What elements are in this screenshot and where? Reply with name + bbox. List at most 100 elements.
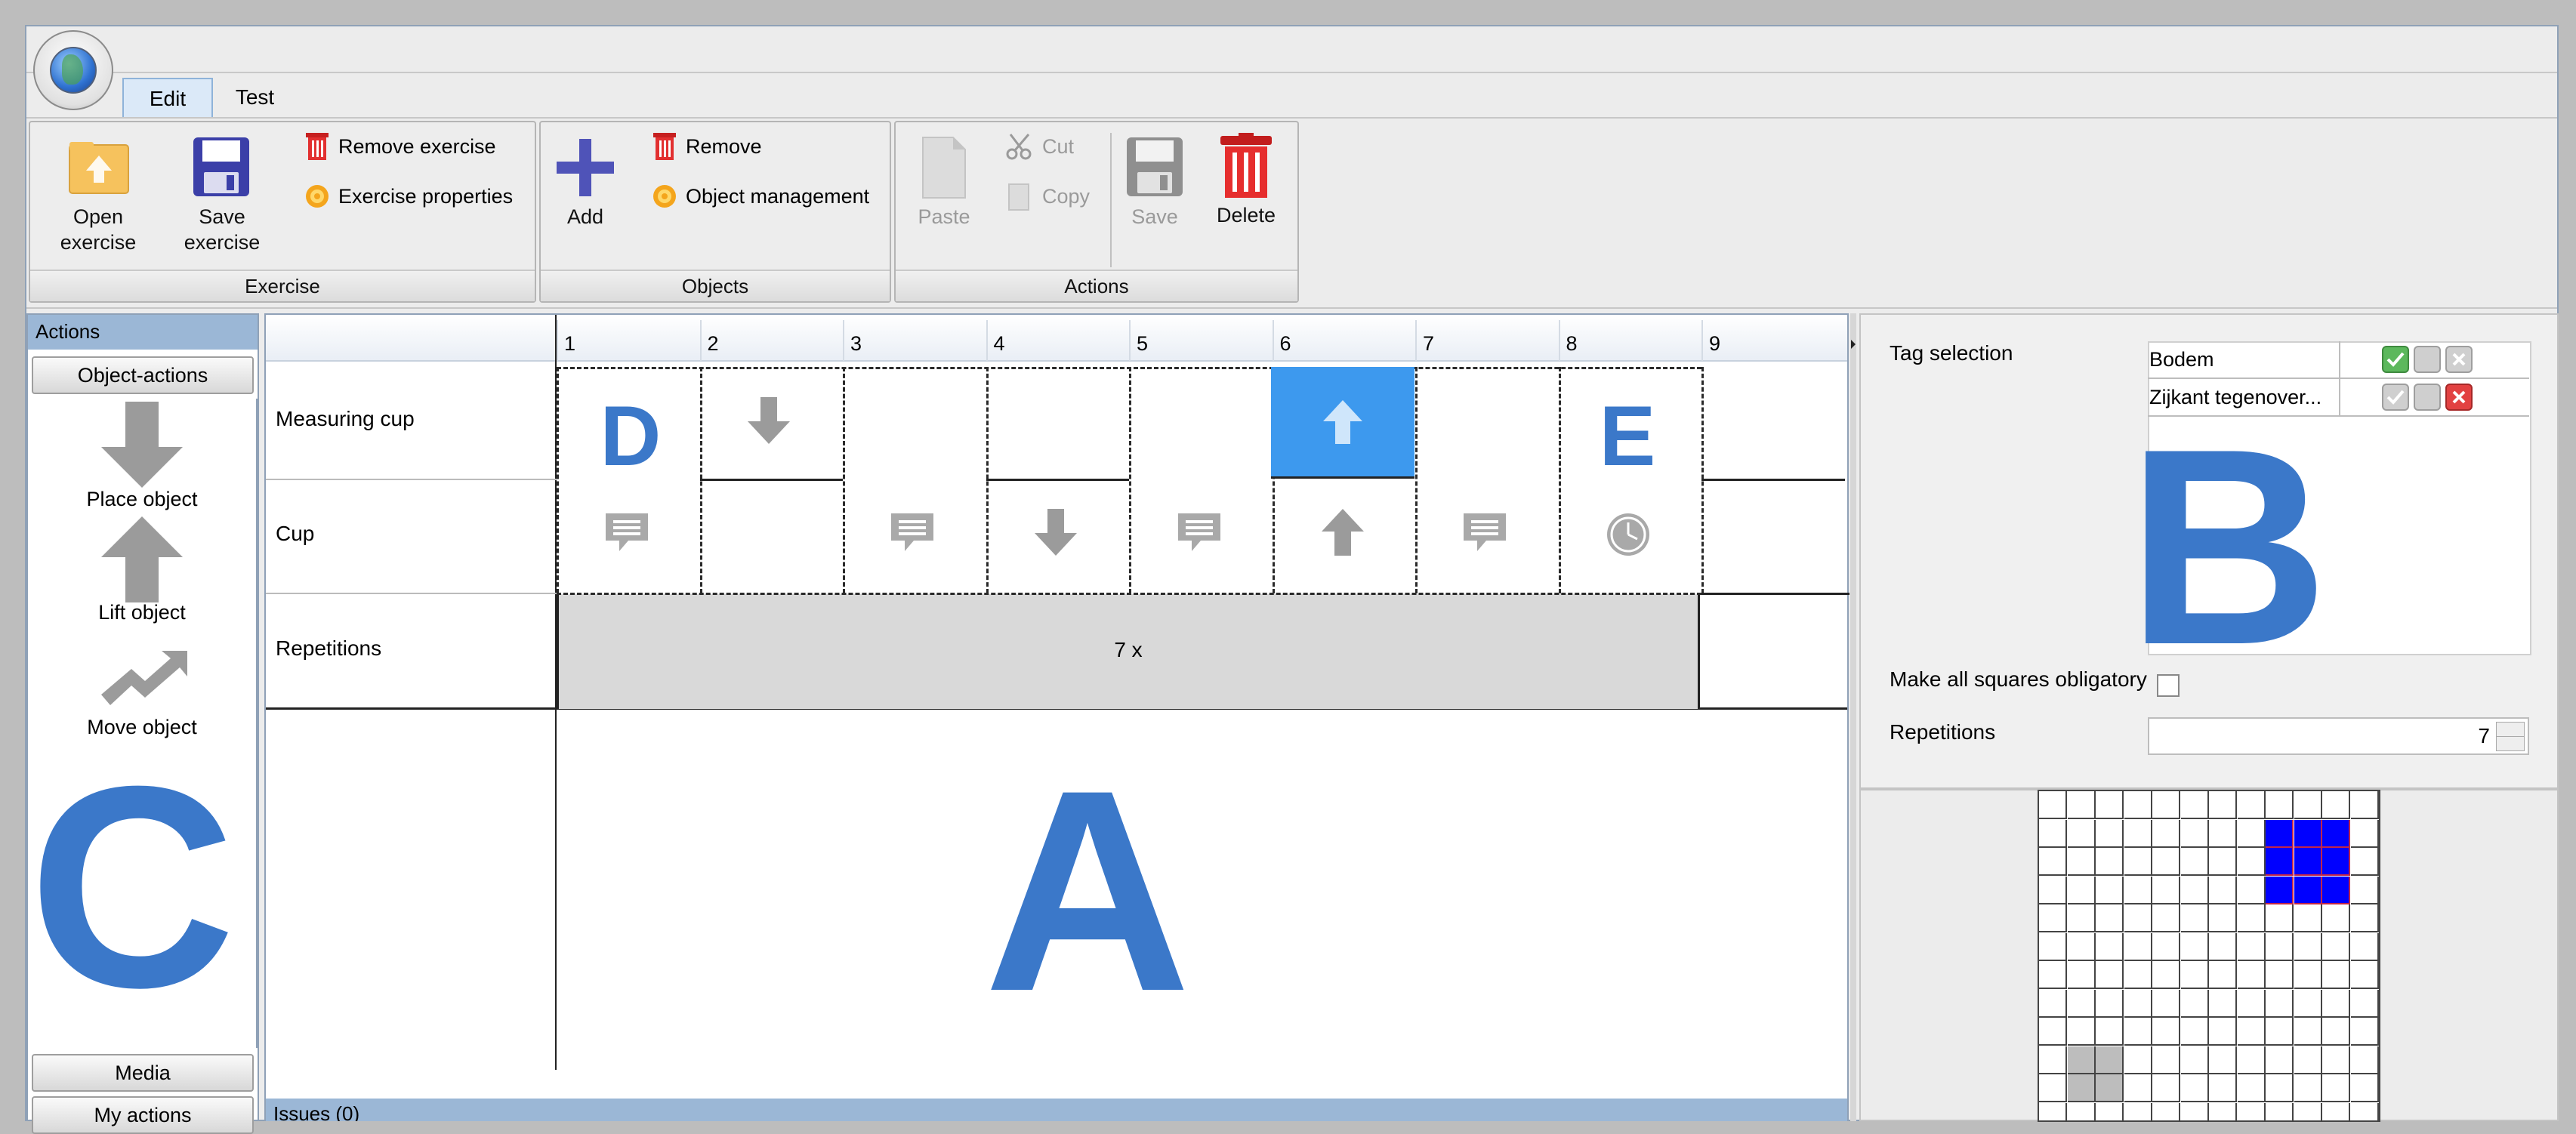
grid-square[interactable]: [2322, 876, 2350, 904]
optional-question-icon[interactable]: [2414, 384, 2441, 411]
grid-square[interactable]: [2067, 1046, 2096, 1074]
grid-square[interactable]: [2039, 904, 2067, 932]
optional-question-icon[interactable]: [2414, 346, 2441, 373]
cut-button[interactable]: Cut: [1004, 131, 1095, 162]
grid-square[interactable]: [2152, 989, 2180, 1018]
grid-square[interactable]: [2096, 876, 2124, 904]
object-management-button[interactable]: Object management: [651, 181, 885, 211]
tag-row[interactable]: Bodem: [2148, 341, 2529, 379]
grid-square[interactable]: [2237, 791, 2266, 819]
grid-square[interactable]: [2294, 989, 2322, 1018]
grid-square[interactable]: [2350, 904, 2379, 932]
grid-square[interactable]: [2039, 1074, 2067, 1102]
grid-square[interactable]: [2294, 1102, 2322, 1120]
grid-square[interactable]: [2266, 791, 2294, 819]
spinner-down-icon[interactable]: [2496, 736, 2525, 751]
grid-square[interactable]: [2294, 848, 2322, 876]
paste-button[interactable]: Paste: [906, 134, 982, 240]
grid-square[interactable]: [2096, 1074, 2124, 1102]
grid-square[interactable]: [2209, 876, 2237, 904]
grid-square[interactable]: [2350, 1018, 2379, 1046]
grid-square[interactable]: [2294, 819, 2322, 848]
object-actions-section-button[interactable]: Object-actions: [32, 356, 254, 394]
my-actions-section-button[interactable]: My actions: [32, 1096, 254, 1134]
grid-square[interactable]: [2209, 961, 2237, 989]
grid-square[interactable]: [2266, 904, 2294, 932]
grid-square[interactable]: [2124, 1018, 2152, 1046]
grid-square[interactable]: [2180, 932, 2209, 961]
grid-square[interactable]: [2124, 819, 2152, 848]
grid-square[interactable]: [2237, 819, 2266, 848]
copy-button[interactable]: Copy: [1004, 181, 1103, 211]
grid-square[interactable]: [2266, 848, 2294, 876]
grid-square[interactable]: [2067, 819, 2096, 848]
save-action-button[interactable]: Save: [1121, 134, 1189, 240]
grid-square[interactable]: [2238, 1102, 2266, 1120]
grid-square[interactable]: [2067, 932, 2096, 961]
tab-edit[interactable]: Edit: [122, 78, 213, 117]
excluded-x-icon[interactable]: [2445, 384, 2473, 411]
tab-test[interactable]: Test: [219, 78, 291, 117]
grid-square[interactable]: [2180, 904, 2209, 932]
grid-square[interactable]: [2124, 1074, 2152, 1102]
grid-square[interactable]: [2096, 1102, 2124, 1120]
grid-square[interactable]: [2294, 904, 2322, 932]
grid-square[interactable]: [2124, 1102, 2152, 1120]
grid-square[interactable]: [2124, 1046, 2152, 1074]
timeline-step-selected[interactable]: [1271, 367, 1414, 479]
remove-object-button[interactable]: Remove: [651, 131, 878, 162]
grid-square[interactable]: [2322, 961, 2350, 989]
grid-square[interactable]: [2322, 819, 2350, 848]
square-grid[interactable]: [2038, 790, 2380, 1122]
place-object-action[interactable]: Place object: [66, 400, 217, 513]
grid-square[interactable]: [2237, 932, 2266, 961]
grid-square[interactable]: [2039, 989, 2067, 1018]
grid-square[interactable]: [2124, 791, 2152, 819]
grid-square[interactable]: [2209, 904, 2237, 932]
repetitions-block[interactable]: 7 x: [557, 594, 1700, 709]
grid-square[interactable]: [2350, 876, 2379, 904]
grid-square[interactable]: [2266, 961, 2294, 989]
grid-square[interactable]: [2180, 819, 2209, 848]
delete-button[interactable]: Delete: [1208, 133, 1284, 239]
obligatory-check-icon[interactable]: [2382, 384, 2409, 411]
grid-square[interactable]: [2152, 932, 2180, 961]
grid-square[interactable]: [2039, 1018, 2067, 1046]
grid-square[interactable]: [2322, 1102, 2350, 1120]
grid-square[interactable]: [2209, 791, 2237, 819]
grid-square[interactable]: [2294, 876, 2322, 904]
grid-square[interactable]: [2237, 904, 2266, 932]
grid-square[interactable]: [2322, 932, 2350, 961]
grid-square[interactable]: [2152, 876, 2180, 904]
grid-square[interactable]: [2124, 848, 2152, 876]
grid-square[interactable]: [2237, 1018, 2266, 1046]
grid-square[interactable]: [2209, 1074, 2237, 1102]
grid-square[interactable]: [2124, 989, 2152, 1018]
grid-square[interactable]: [2039, 932, 2067, 961]
grid-square[interactable]: [2209, 932, 2237, 961]
grid-square[interactable]: [2096, 819, 2124, 848]
grid-square[interactable]: [2124, 904, 2152, 932]
grid-square[interactable]: [2237, 848, 2266, 876]
grid-square[interactable]: [2180, 1074, 2209, 1102]
grid-square[interactable]: [2322, 1046, 2350, 1074]
grid-square[interactable]: [2294, 932, 2322, 961]
grid-square[interactable]: [2294, 791, 2322, 819]
grid-square[interactable]: [2180, 791, 2209, 819]
grid-square[interactable]: [2266, 876, 2294, 904]
grid-square[interactable]: [2067, 791, 2096, 819]
grid-square[interactable]: [2350, 932, 2379, 961]
grid-square[interactable]: [2350, 989, 2379, 1018]
grid-square[interactable]: [2180, 1018, 2209, 1046]
grid-square[interactable]: [2322, 848, 2350, 876]
grid-square[interactable]: [2039, 1046, 2067, 1074]
grid-square[interactable]: [2181, 1102, 2209, 1120]
grid-square[interactable]: [2209, 1018, 2237, 1046]
grid-square[interactable]: [2294, 1046, 2322, 1074]
obligatory-checkbox[interactable]: [2157, 674, 2180, 697]
grid-square[interactable]: [2096, 932, 2124, 961]
issues-panel-header[interactable]: Issues (0): [266, 1099, 1847, 1121]
grid-square[interactable]: [2096, 989, 2124, 1018]
grid-square[interactable]: [2209, 1102, 2237, 1120]
grid-square[interactable]: [2322, 1018, 2350, 1046]
